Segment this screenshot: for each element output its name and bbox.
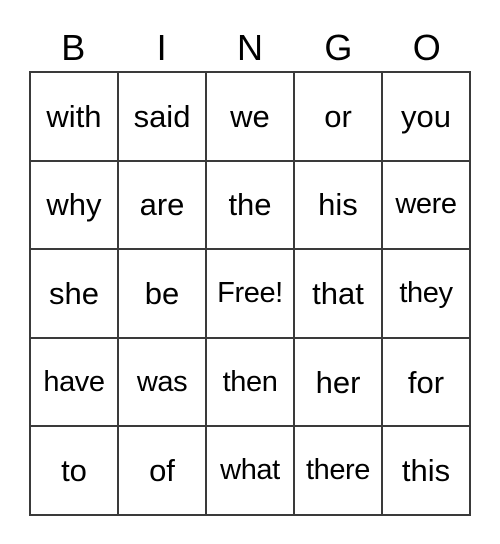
bingo-cell-label: said xyxy=(133,98,191,134)
bingo-cell-label: we xyxy=(230,98,270,134)
bingo-cell[interactable]: they xyxy=(383,250,471,339)
bingo-cell-label: why xyxy=(46,187,102,223)
header-letter-i: I xyxy=(156,26,167,68)
bingo-cell-label: were xyxy=(395,188,457,221)
bingo-row: with said we or you xyxy=(31,73,471,162)
bingo-cell[interactable]: why xyxy=(31,161,119,251)
bingo-cell-label: then xyxy=(222,365,278,398)
bingo-cell-label: they xyxy=(399,276,453,309)
bingo-cell[interactable]: said xyxy=(119,73,207,162)
bingo-cell-label: have xyxy=(43,365,105,398)
bingo-cell[interactable]: then xyxy=(207,338,295,428)
bingo-cell[interactable]: you xyxy=(383,73,471,162)
header-letter-n: N xyxy=(236,26,263,68)
bingo-cell-label: this xyxy=(401,453,451,489)
bingo-cell-label: she xyxy=(49,275,99,311)
bingo-cell[interactable]: for xyxy=(383,338,471,428)
bingo-cell[interactable]: what xyxy=(207,427,295,516)
bingo-cell[interactable]: or xyxy=(295,73,383,162)
bingo-cell-label: his xyxy=(318,187,358,223)
bingo-cell-label: that xyxy=(312,275,364,311)
bingo-cell-label: you xyxy=(401,98,451,134)
bingo-cell-label: for xyxy=(407,364,445,400)
bingo-cell[interactable]: we xyxy=(207,73,295,162)
bingo-row: she be Free! that they xyxy=(31,250,471,339)
bingo-row: why are the his were xyxy=(31,161,471,251)
bingo-cell[interactable]: his xyxy=(295,161,383,251)
bingo-cell-label: to xyxy=(61,453,87,489)
bingo-cell-label: be xyxy=(144,275,180,311)
bingo-cell[interactable]: her xyxy=(295,338,383,428)
bingo-cell[interactable]: this xyxy=(383,427,471,516)
bingo-cell-label: are xyxy=(139,187,185,223)
bingo-cell-label: her xyxy=(315,364,361,400)
header-letter-b: B xyxy=(61,26,86,68)
header-letter-o: O xyxy=(412,26,441,68)
bingo-cell-label: what xyxy=(220,454,280,487)
bingo-cell[interactable]: to xyxy=(31,427,119,516)
bingo-cell[interactable]: she xyxy=(31,250,119,339)
header-letter-g: G xyxy=(324,26,353,68)
bingo-cell-label: was xyxy=(136,365,188,398)
bingo-cell[interactable]: were xyxy=(383,161,471,251)
bingo-cell-label: of xyxy=(149,453,175,489)
bingo-row: to of what there this xyxy=(31,427,471,516)
bingo-cell[interactable]: are xyxy=(119,161,207,251)
bingo-card: B I N G O with said we or you why are th… xyxy=(29,24,471,516)
bingo-cell[interactable]: was xyxy=(119,338,207,428)
bingo-row: have was then her for xyxy=(31,338,471,428)
bingo-cell-label: with xyxy=(46,98,102,134)
bingo-header-row: B I N G O xyxy=(29,24,471,71)
bingo-cell[interactable]: with xyxy=(31,73,119,162)
bingo-cell-free-space[interactable]: Free! xyxy=(207,250,295,339)
bingo-cell-label: the xyxy=(228,187,272,223)
bingo-grid: with said we or you why are the his were… xyxy=(29,71,471,516)
bingo-cell[interactable]: that xyxy=(295,250,383,339)
bingo-cell-label: there xyxy=(305,454,371,487)
bingo-cell[interactable]: there xyxy=(295,427,383,516)
bingo-free-space-label: Free! xyxy=(217,276,283,309)
bingo-cell[interactable]: of xyxy=(119,427,207,516)
bingo-cell-label: or xyxy=(324,98,352,134)
bingo-cell[interactable]: be xyxy=(119,250,207,339)
bingo-cell[interactable]: the xyxy=(207,161,295,251)
bingo-cell[interactable]: have xyxy=(31,338,119,428)
